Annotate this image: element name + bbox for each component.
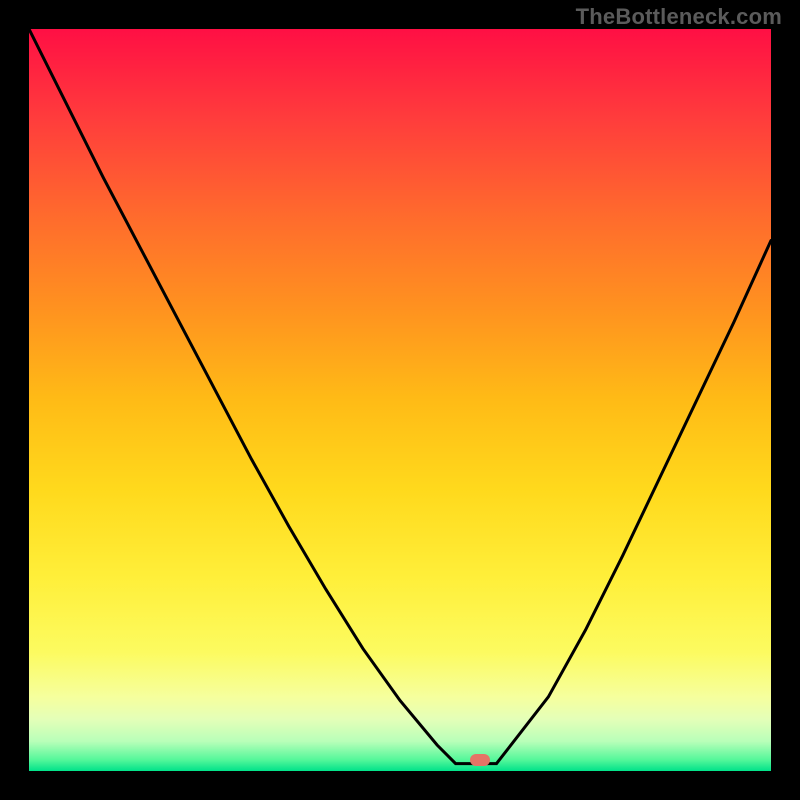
bottleneck-curve [29,29,771,771]
optimal-marker [470,754,490,766]
chart-frame: TheBottleneck.com [0,0,800,800]
curve-path [29,29,771,764]
plot-area [29,29,771,771]
watermark-text: TheBottleneck.com [576,4,782,30]
